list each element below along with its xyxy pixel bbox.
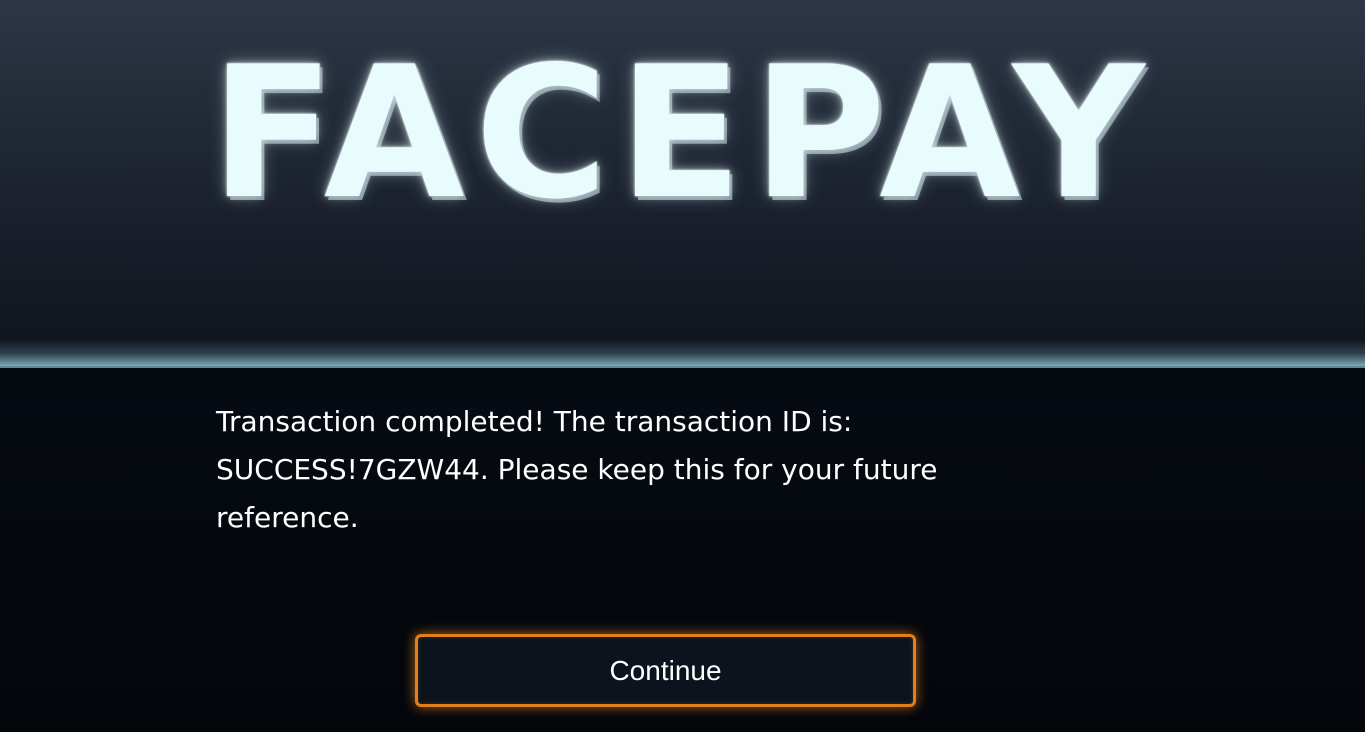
facepay-screen: FACEPAY Transaction completed! The trans…: [0, 0, 1365, 732]
continue-button[interactable]: Continue: [415, 634, 916, 707]
transaction-message: Transaction completed! The transaction I…: [216, 405, 938, 534]
header-banner: FACEPAY: [0, 0, 1365, 352]
facepay-logo: FACEPAY: [210, 27, 1155, 239]
header-divider-glow: [0, 340, 1365, 368]
header-divider: [0, 366, 1365, 368]
